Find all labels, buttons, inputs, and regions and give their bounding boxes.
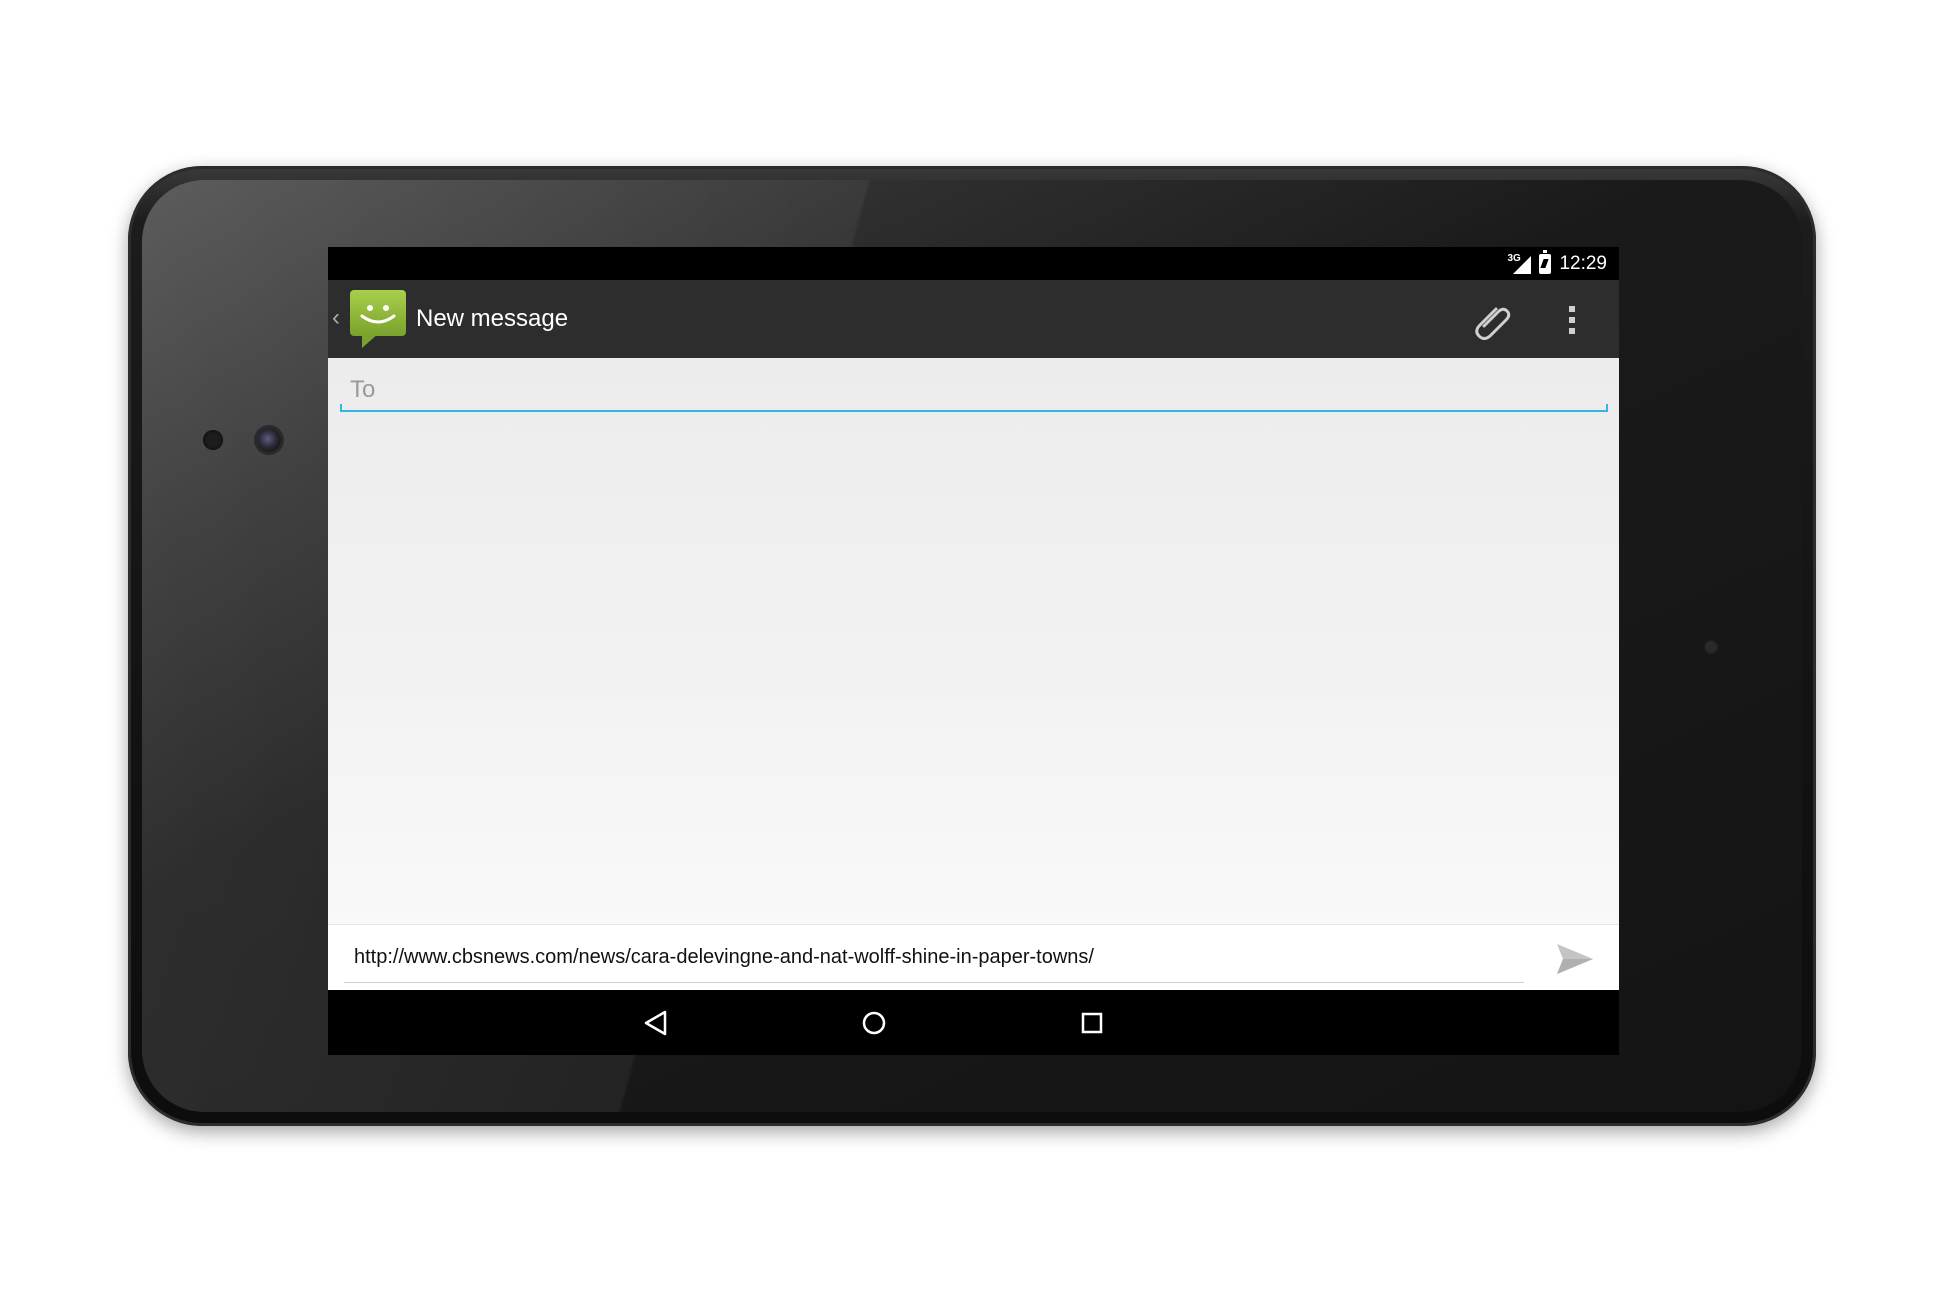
status-clock: 12:29 (1559, 252, 1607, 274)
overflow-menu-button[interactable] (1548, 296, 1596, 344)
send-button[interactable] (1550, 937, 1600, 981)
signal-3g-icon: 3G (1507, 253, 1532, 275)
home-button[interactable] (844, 1000, 904, 1046)
side-sensor (1705, 641, 1717, 653)
attach-button[interactable] (1468, 296, 1516, 344)
status-icons: 3G 12:29 (1507, 247, 1607, 280)
overflow-dot (1569, 328, 1575, 334)
messaging-smiley-icon[interactable] (348, 288, 410, 354)
back-icon (644, 1010, 667, 1036)
compose-content (328, 358, 1619, 998)
overflow-dot (1569, 317, 1575, 323)
front-camera (257, 428, 281, 452)
home-icon (862, 1011, 886, 1035)
to-recipient-input[interactable] (340, 370, 1608, 412)
stage: 3G 12:29 ‹ New message To http://www.cbs… (0, 0, 1934, 1289)
compose-bar (328, 924, 1619, 991)
action-bar: ‹ New message (328, 280, 1619, 358)
navigation-bar (328, 990, 1619, 1055)
recents-icon (1081, 1012, 1103, 1034)
status-bar: 3G 12:29 (328, 247, 1619, 280)
overflow-dot (1569, 306, 1575, 312)
back-button[interactable] (626, 1000, 686, 1046)
battery-charging-icon (1539, 249, 1552, 274)
light-sensor (203, 430, 223, 450)
up-navigation-icon[interactable]: ‹ (332, 304, 340, 332)
action-bar-title: New message (416, 305, 569, 332)
screen: 3G 12:29 ‹ New message To http://www.cbs… (328, 247, 1619, 1055)
paperclip-icon (1475, 307, 1511, 340)
recents-button[interactable] (1062, 1000, 1122, 1046)
message-input[interactable] (344, 933, 1524, 983)
send-icon (1557, 944, 1593, 974)
